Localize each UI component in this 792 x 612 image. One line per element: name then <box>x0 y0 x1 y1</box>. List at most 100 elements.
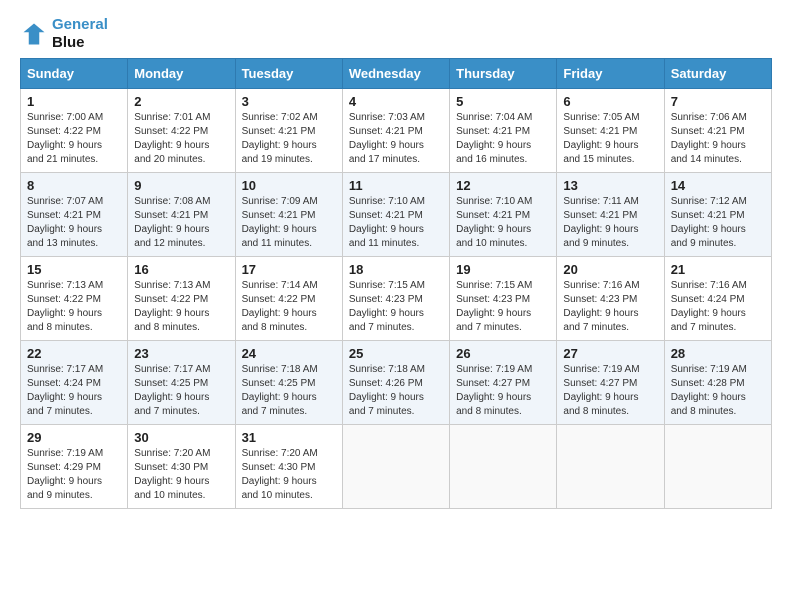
day-info: Sunrise: 7:16 AM Sunset: 4:24 PM Dayligh… <box>671 280 747 333</box>
day-info: Sunrise: 7:18 AM Sunset: 4:25 PM Dayligh… <box>242 364 318 417</box>
calendar-cell: 5 Sunrise: 7:04 AM Sunset: 4:21 PM Dayli… <box>450 89 557 173</box>
calendar-cell: 22 Sunrise: 7:17 AM Sunset: 4:24 PM Dayl… <box>21 341 128 425</box>
day-info: Sunrise: 7:20 AM Sunset: 4:30 PM Dayligh… <box>134 448 210 501</box>
day-info: Sunrise: 7:04 AM Sunset: 4:21 PM Dayligh… <box>456 112 532 165</box>
calendar-cell: 13 Sunrise: 7:11 AM Sunset: 4:21 PM Dayl… <box>557 173 664 257</box>
calendar-cell <box>664 425 771 509</box>
day-info: Sunrise: 7:20 AM Sunset: 4:30 PM Dayligh… <box>242 448 318 501</box>
day-info: Sunrise: 7:13 AM Sunset: 4:22 PM Dayligh… <box>134 280 210 333</box>
day-number: 24 <box>242 346 336 361</box>
day-header-wednesday: Wednesday <box>342 59 449 89</box>
calendar-week-2: 8 Sunrise: 7:07 AM Sunset: 4:21 PM Dayli… <box>21 173 772 257</box>
day-number: 21 <box>671 262 765 277</box>
calendar-cell: 11 Sunrise: 7:10 AM Sunset: 4:21 PM Dayl… <box>342 173 449 257</box>
day-number: 8 <box>27 178 121 193</box>
day-number: 17 <box>242 262 336 277</box>
calendar-cell: 3 Sunrise: 7:02 AM Sunset: 4:21 PM Dayli… <box>235 89 342 173</box>
day-number: 18 <box>349 262 443 277</box>
calendar-cell <box>450 425 557 509</box>
calendar-cell: 30 Sunrise: 7:20 AM Sunset: 4:30 PM Dayl… <box>128 425 235 509</box>
day-number: 4 <box>349 94 443 109</box>
day-info: Sunrise: 7:15 AM Sunset: 4:23 PM Dayligh… <box>349 280 425 333</box>
calendar-cell: 29 Sunrise: 7:19 AM Sunset: 4:29 PM Dayl… <box>21 425 128 509</box>
calendar-week-5: 29 Sunrise: 7:19 AM Sunset: 4:29 PM Dayl… <box>21 425 772 509</box>
day-number: 30 <box>134 430 228 445</box>
calendar-cell: 23 Sunrise: 7:17 AM Sunset: 4:25 PM Dayl… <box>128 341 235 425</box>
calendar-cell: 31 Sunrise: 7:20 AM Sunset: 4:30 PM Dayl… <box>235 425 342 509</box>
day-info: Sunrise: 7:19 AM Sunset: 4:27 PM Dayligh… <box>563 364 639 417</box>
calendar-cell: 14 Sunrise: 7:12 AM Sunset: 4:21 PM Dayl… <box>664 173 771 257</box>
day-number: 5 <box>456 94 550 109</box>
day-header-monday: Monday <box>128 59 235 89</box>
day-info: Sunrise: 7:17 AM Sunset: 4:24 PM Dayligh… <box>27 364 103 417</box>
calendar-header-row: SundayMondayTuesdayWednesdayThursdayFrid… <box>21 59 772 89</box>
day-info: Sunrise: 7:03 AM Sunset: 4:21 PM Dayligh… <box>349 112 425 165</box>
calendar-cell: 6 Sunrise: 7:05 AM Sunset: 4:21 PM Dayli… <box>557 89 664 173</box>
calendar-cell: 8 Sunrise: 7:07 AM Sunset: 4:21 PM Dayli… <box>21 173 128 257</box>
day-info: Sunrise: 7:18 AM Sunset: 4:26 PM Dayligh… <box>349 364 425 417</box>
day-number: 15 <box>27 262 121 277</box>
day-number: 2 <box>134 94 228 109</box>
day-header-friday: Friday <box>557 59 664 89</box>
day-info: Sunrise: 7:00 AM Sunset: 4:22 PM Dayligh… <box>27 112 103 165</box>
calendar-cell <box>557 425 664 509</box>
calendar-cell: 25 Sunrise: 7:18 AM Sunset: 4:26 PM Dayl… <box>342 341 449 425</box>
day-info: Sunrise: 7:06 AM Sunset: 4:21 PM Dayligh… <box>671 112 747 165</box>
day-number: 3 <box>242 94 336 109</box>
calendar-cell: 21 Sunrise: 7:16 AM Sunset: 4:24 PM Dayl… <box>664 257 771 341</box>
calendar-cell <box>342 425 449 509</box>
calendar-cell: 24 Sunrise: 7:18 AM Sunset: 4:25 PM Dayl… <box>235 341 342 425</box>
calendar-cell: 1 Sunrise: 7:00 AM Sunset: 4:22 PM Dayli… <box>21 89 128 173</box>
day-header-tuesday: Tuesday <box>235 59 342 89</box>
day-info: Sunrise: 7:19 AM Sunset: 4:27 PM Dayligh… <box>456 364 532 417</box>
day-number: 16 <box>134 262 228 277</box>
calendar-week-4: 22 Sunrise: 7:17 AM Sunset: 4:24 PM Dayl… <box>21 341 772 425</box>
day-header-thursday: Thursday <box>450 59 557 89</box>
calendar-cell: 9 Sunrise: 7:08 AM Sunset: 4:21 PM Dayli… <box>128 173 235 257</box>
calendar-cell: 7 Sunrise: 7:06 AM Sunset: 4:21 PM Dayli… <box>664 89 771 173</box>
day-number: 7 <box>671 94 765 109</box>
day-info: Sunrise: 7:15 AM Sunset: 4:23 PM Dayligh… <box>456 280 532 333</box>
calendar-cell: 15 Sunrise: 7:13 AM Sunset: 4:22 PM Dayl… <box>21 257 128 341</box>
day-info: Sunrise: 7:13 AM Sunset: 4:22 PM Dayligh… <box>27 280 103 333</box>
calendar-cell: 2 Sunrise: 7:01 AM Sunset: 4:22 PM Dayli… <box>128 89 235 173</box>
day-info: Sunrise: 7:05 AM Sunset: 4:21 PM Dayligh… <box>563 112 639 165</box>
day-number: 28 <box>671 346 765 361</box>
day-info: Sunrise: 7:14 AM Sunset: 4:22 PM Dayligh… <box>242 280 318 333</box>
day-info: Sunrise: 7:01 AM Sunset: 4:22 PM Dayligh… <box>134 112 210 165</box>
day-number: 25 <box>349 346 443 361</box>
logo-icon <box>20 20 48 48</box>
day-number: 14 <box>671 178 765 193</box>
day-number: 26 <box>456 346 550 361</box>
calendar-cell: 12 Sunrise: 7:10 AM Sunset: 4:21 PM Dayl… <box>450 173 557 257</box>
calendar-cell: 28 Sunrise: 7:19 AM Sunset: 4:28 PM Dayl… <box>664 341 771 425</box>
day-number: 29 <box>27 430 121 445</box>
calendar-cell: 4 Sunrise: 7:03 AM Sunset: 4:21 PM Dayli… <box>342 89 449 173</box>
day-info: Sunrise: 7:08 AM Sunset: 4:21 PM Dayligh… <box>134 196 210 249</box>
calendar-cell: 16 Sunrise: 7:13 AM Sunset: 4:22 PM Dayl… <box>128 257 235 341</box>
calendar-table: SundayMondayTuesdayWednesdayThursdayFrid… <box>20 58 772 509</box>
day-info: Sunrise: 7:10 AM Sunset: 4:21 PM Dayligh… <box>349 196 425 249</box>
day-number: 1 <box>27 94 121 109</box>
day-number: 31 <box>242 430 336 445</box>
calendar-cell: 26 Sunrise: 7:19 AM Sunset: 4:27 PM Dayl… <box>450 341 557 425</box>
calendar-cell: 10 Sunrise: 7:09 AM Sunset: 4:21 PM Dayl… <box>235 173 342 257</box>
day-number: 10 <box>242 178 336 193</box>
day-number: 23 <box>134 346 228 361</box>
day-info: Sunrise: 7:19 AM Sunset: 4:28 PM Dayligh… <box>671 364 747 417</box>
day-number: 13 <box>563 178 657 193</box>
day-number: 9 <box>134 178 228 193</box>
day-info: Sunrise: 7:12 AM Sunset: 4:21 PM Dayligh… <box>671 196 747 249</box>
day-number: 19 <box>456 262 550 277</box>
logo: General Blue <box>20 16 108 52</box>
day-header-saturday: Saturday <box>664 59 771 89</box>
day-info: Sunrise: 7:19 AM Sunset: 4:29 PM Dayligh… <box>27 448 103 501</box>
day-info: Sunrise: 7:11 AM Sunset: 4:21 PM Dayligh… <box>563 196 638 249</box>
day-header-sunday: Sunday <box>21 59 128 89</box>
day-number: 12 <box>456 178 550 193</box>
day-info: Sunrise: 7:10 AM Sunset: 4:21 PM Dayligh… <box>456 196 532 249</box>
day-info: Sunrise: 7:09 AM Sunset: 4:21 PM Dayligh… <box>242 196 318 249</box>
calendar-cell: 27 Sunrise: 7:19 AM Sunset: 4:27 PM Dayl… <box>557 341 664 425</box>
day-number: 20 <box>563 262 657 277</box>
calendar-cell: 18 Sunrise: 7:15 AM Sunset: 4:23 PM Dayl… <box>342 257 449 341</box>
